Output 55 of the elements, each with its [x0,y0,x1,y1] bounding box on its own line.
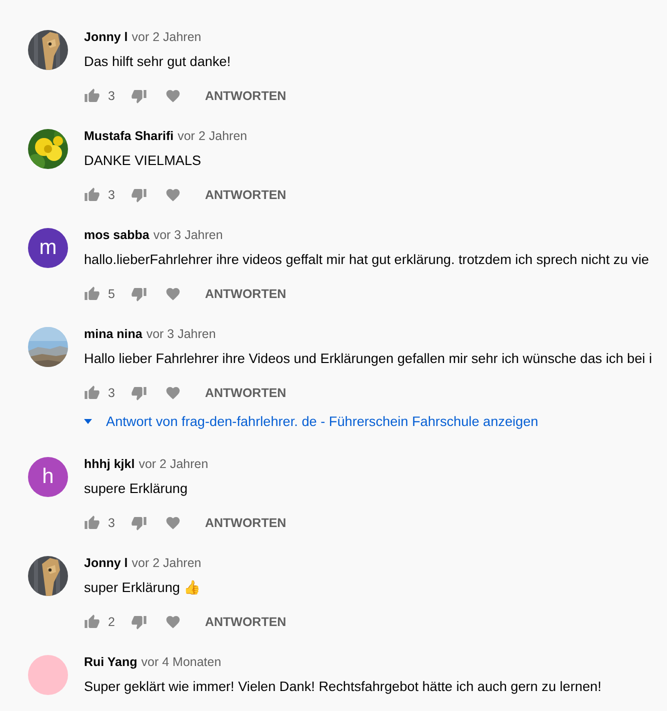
comment-time[interactable]: vor 3 Jahren [153,228,223,242]
thumbs-up-icon[interactable] [84,515,100,531]
thumbs-down-icon[interactable] [130,286,147,302]
comment-time[interactable]: vor 2 Jahren [178,129,248,143]
avatar[interactable]: h [28,457,68,497]
heart-icon[interactable] [164,515,181,531]
comment-time[interactable]: vor 2 Jahren [132,556,202,570]
reply-button[interactable]: ANTWORTEN [204,516,286,530]
comment-text: super Erklärung 👍 [84,579,202,597]
avatar[interactable]: m [28,228,68,268]
like-count: 5 [108,287,115,301]
like-count: 3 [108,188,115,202]
view-replies-link[interactable]: Antwort von frag-den-fahrlehrer. de - Führerschein Fahrschule anzeigen [84,411,538,431]
thumbs-down-icon[interactable] [130,187,147,203]
like-count: 3 [108,386,115,400]
caret-icon [84,418,92,424]
thumbs-down-icon[interactable] [130,385,147,401]
heart-icon[interactable] [164,88,181,104]
reply-button[interactable]: ANTWORTEN [204,615,286,629]
comment-text: hallo.lieberFahrlehrer ihre videos geffalt mir hat gut erklärung. trotzdem ich sprech nicht zu vie [84,251,650,269]
comment-time[interactable]: vor 2 Jahren [138,457,208,471]
like-count: 3 [108,89,115,103]
comment-time[interactable]: vor 2 Jahren [132,30,202,44]
thumbs-up-icon[interactable] [84,614,100,630]
comment-text: DANKE VIELMALS [84,152,202,170]
author-name[interactable]: Mustafa Sharifi [84,129,174,143]
comment-text: Super geklärt wie immer! Vielen Dank! Rechtsfahrgebot hätte ich auch gern zu lernen! [84,678,602,696]
author-name[interactable]: Jonny l [84,30,128,44]
heart-icon[interactable] [164,187,181,203]
comment-time[interactable]: vor 4 Monaten [141,655,222,669]
reply-button[interactable]: ANTWORTEN [204,386,286,400]
like-count: 2 [108,615,115,629]
reply-button[interactable]: ANTWORTEN [204,89,286,103]
thumbs-down-icon[interactable] [130,515,147,531]
comment-text: Hallo lieber Fahrlehrer ihre Videos und Erklärungen gefallen mir sehr ich wünsche das ich bei i [84,350,653,368]
heart-icon[interactable] [164,286,181,302]
author-name[interactable]: hhhj kjkl [84,457,135,471]
author-name[interactable]: mina nina [84,327,142,341]
thumbs-up-icon[interactable] [84,88,100,104]
comment-time[interactable]: vor 3 Jahren [146,327,216,341]
like-count: 3 [108,516,115,530]
comment-text: Das hilft sehr gut danke! [84,53,232,71]
thumbs-down-icon[interactable] [130,88,147,104]
thumbs-up-icon[interactable] [84,187,100,203]
author-name[interactable]: Rui Yang [84,655,138,669]
thumbs-up-icon[interactable] [84,385,100,401]
heart-icon[interactable] [164,385,181,401]
thumbs-down-icon[interactable] [130,614,147,630]
heart-icon[interactable] [164,614,181,630]
author-name[interactable]: mos sabba [84,228,150,242]
reply-button[interactable]: ANTWORTEN [204,287,286,301]
comment-text: supere Erklärung [84,480,189,498]
reply-button[interactable]: ANTWORTEN [204,188,286,202]
thumbs-up-icon[interactable] [84,286,100,302]
author-name[interactable]: Jonny l [84,556,128,570]
